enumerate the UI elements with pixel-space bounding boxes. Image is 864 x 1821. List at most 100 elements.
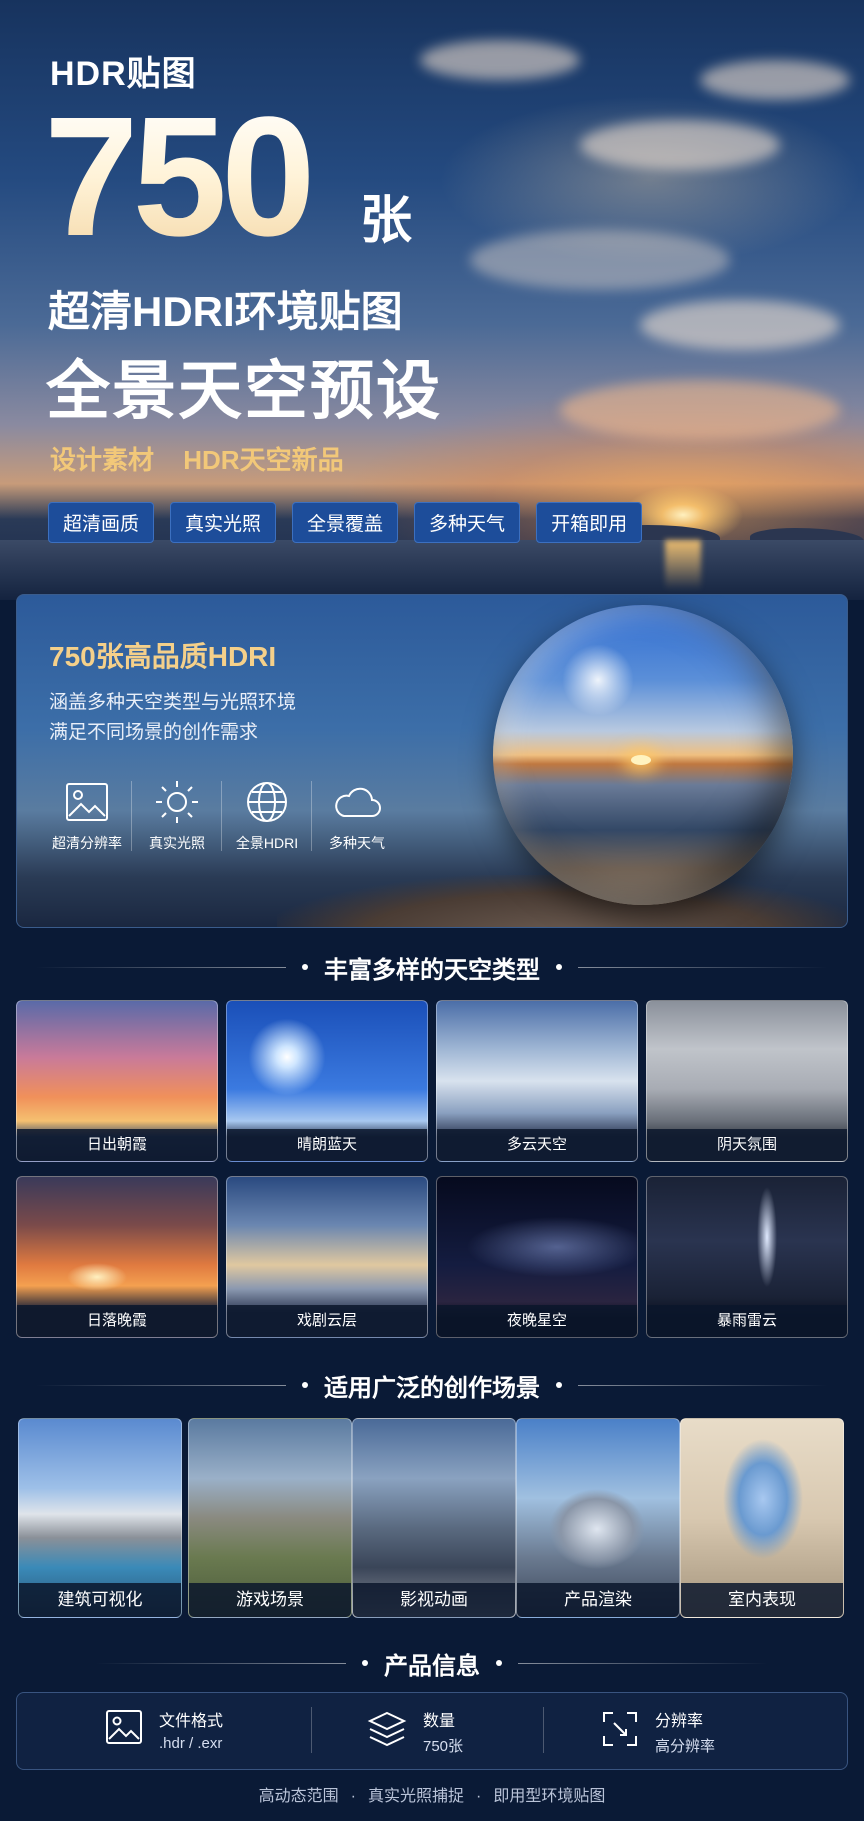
sphere-sun (631, 755, 651, 765)
hero-gold-line: 设计素材 HDR天空新品 (50, 440, 366, 477)
footer: 高动态范围 · 真实光照捕捉 · 即用型环境贴图 (0, 1782, 864, 1806)
card-title: 750张高品质HDRI (49, 641, 277, 672)
layers-icon (367, 1710, 407, 1753)
divider (518, 1662, 768, 1664)
sky-card[interactable]: 多云天空 (436, 1000, 638, 1162)
sky-caption: 多云天空 (437, 1129, 637, 1161)
feature-item: 超清分辨率 (43, 775, 131, 853)
divider (578, 966, 828, 968)
cloud-icon (313, 775, 401, 829)
big-number: 750 (44, 82, 316, 272)
section-title: 适用广泛的创作场景 (324, 1374, 540, 1402)
feature-label: 多种天气 (329, 835, 385, 851)
divider (36, 966, 286, 968)
footer-dot: · (350, 1788, 356, 1805)
feature-label: 超清分辨率 (52, 835, 122, 851)
feature-label: 全景HDRI (235, 835, 299, 851)
info-key: 数量 (423, 1713, 456, 1730)
tag: 超清画质 (48, 502, 155, 543)
info-item: 数量 750张 (367, 1707, 463, 1756)
dot (302, 1382, 308, 1388)
image-icon (43, 775, 131, 829)
cloud-decoration (700, 60, 850, 100)
scene-card[interactable]: 游戏场景 (188, 1418, 352, 1618)
cloud-decoration (640, 300, 840, 350)
feature-tags: 超清画质 真实光照 全景覆盖 多种天气 开箱即用 (48, 502, 643, 543)
sky-caption: 暴雨雷云 (647, 1305, 847, 1337)
scene-card[interactable]: 建筑可视化 (18, 1418, 182, 1618)
dot (556, 1382, 562, 1388)
section-title: 产品信息 (384, 1652, 480, 1680)
footer-item: 即用型环境贴图 (493, 1788, 606, 1805)
sun-reflection (665, 540, 701, 590)
tag: 开箱即用 (536, 502, 643, 543)
sky-card[interactable]: 日出朝霞 (16, 1000, 218, 1162)
dot (496, 1660, 502, 1666)
tag: 真实光照 (170, 502, 277, 543)
dot (302, 964, 308, 970)
sky-caption: 阴天氛围 (647, 1129, 847, 1161)
sky-card[interactable]: 日落晚霞 (16, 1176, 218, 1338)
feature-card: 750张高品质HDRI 涵盖多种天空类型与光照环境 满足不同场景的创作需求 超清… (16, 594, 848, 928)
sky-caption: 夜晚星空 (437, 1305, 637, 1337)
product-info-panel: 文件格式 .hdr / .exr 数量 750张 分辨率 高分辨率 (16, 1692, 848, 1770)
divider (36, 1384, 286, 1386)
section-title: 丰富多样的天空类型 (324, 956, 540, 984)
sky-card[interactable]: 夜晚星空 (436, 1176, 638, 1338)
feature-item: 真实光照 (133, 775, 221, 853)
sky-caption: 日落晚霞 (17, 1305, 217, 1337)
divider (311, 781, 312, 851)
scene-caption: 建筑可视化 (19, 1583, 181, 1617)
sky-caption: 晴朗蓝天 (227, 1129, 427, 1161)
file-image-icon (105, 1709, 143, 1750)
scene-card[interactable]: 室内表现 (680, 1418, 844, 1618)
rocks (277, 875, 847, 927)
sky-card[interactable]: 暴雨雷云 (646, 1176, 848, 1338)
scene-card[interactable]: 影视动画 (352, 1418, 516, 1618)
footer-item: 真实光照捕捉 (367, 1788, 464, 1805)
info-value: .hdr / .exr (159, 1735, 223, 1752)
footer-item: 高动态范围 (258, 1788, 339, 1805)
sky-card[interactable]: 晴朗蓝天 (226, 1000, 428, 1162)
divider (578, 1384, 828, 1386)
dot (556, 964, 562, 970)
gold-text-right: HDR天空新品 (183, 445, 344, 475)
info-value: 高分辨率 (655, 1738, 716, 1755)
sky-caption: 日出朝霞 (17, 1129, 217, 1161)
feature-item: 全景HDRI (223, 775, 311, 853)
scene-card[interactable]: 产品渲染 (516, 1418, 680, 1618)
cloud-decoration (580, 120, 780, 170)
globe-icon (223, 775, 311, 829)
sky-card[interactable]: 阴天氛围 (646, 1000, 848, 1162)
section-header-scenes: 适用广泛的创作场景 (0, 1368, 864, 1402)
divider (96, 1662, 346, 1664)
hero-subtitle: 超清HDRI环境贴图 (48, 288, 403, 335)
info-item: 文件格式 .hdr / .exr (105, 1707, 223, 1752)
divider (221, 781, 222, 851)
section-header-sky: 丰富多样的天空类型 (0, 950, 864, 984)
info-key: 分辨率 (655, 1713, 704, 1730)
divider (311, 1707, 312, 1753)
gold-text-left: 设计素材 (50, 445, 155, 475)
section-header-info: 产品信息 (0, 1646, 864, 1680)
info-item: 分辨率 高分辨率 (601, 1707, 715, 1756)
cloud-decoration (560, 380, 840, 440)
info-key: 文件格式 (159, 1713, 224, 1730)
card-line: 涵盖多种天空类型与光照环境 (49, 692, 297, 713)
divider (131, 781, 132, 851)
sea (0, 540, 864, 600)
hero-headline: 全景天空预设 (46, 355, 442, 427)
sky-card[interactable]: 戏剧云层 (226, 1176, 428, 1338)
feature-label: 真实光照 (149, 835, 205, 851)
info-value: 750张 (423, 1738, 464, 1755)
card-line: 满足不同场景的创作需求 (49, 722, 259, 743)
tag: 全景覆盖 (292, 502, 399, 543)
scene-caption: 影视动画 (353, 1583, 515, 1617)
scene-caption: 产品渲染 (517, 1583, 679, 1617)
footer-dot: · (476, 1788, 482, 1805)
big-number-unit: 张 (360, 192, 413, 250)
sun-icon (133, 775, 221, 829)
tag: 多种天气 (414, 502, 521, 543)
resolution-icon (601, 1710, 639, 1753)
divider (543, 1707, 544, 1753)
